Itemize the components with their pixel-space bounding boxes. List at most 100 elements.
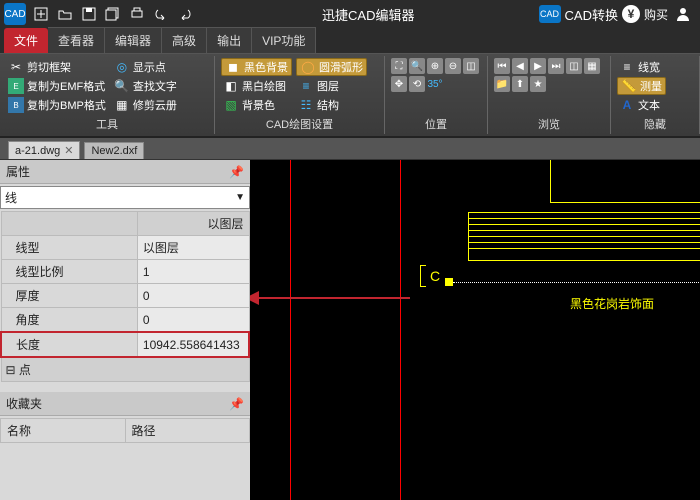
prop-linetype-value[interactable]: 以图层 — [137, 236, 249, 260]
copy-emf-button[interactable]: E复制为EMF格式 — [6, 77, 108, 95]
pos-icon-6[interactable]: ✥ — [391, 76, 407, 92]
buy-label[interactable]: 购买 — [644, 6, 668, 23]
bgcolor-label: 背景色 — [242, 97, 275, 113]
bw-button[interactable]: ◧黑白绘图 — [221, 77, 292, 95]
pos-icon-7[interactable]: ⟲ — [409, 76, 425, 92]
pos-icon-4[interactable]: ⊖ — [445, 58, 461, 74]
cad-convert-label[interactable]: CAD转换 — [565, 5, 618, 24]
user-icon[interactable] — [672, 3, 694, 25]
ribbon-browse-label: 浏览 — [494, 116, 604, 134]
browse-icon-5[interactable]: ◫ — [566, 58, 582, 74]
yl-h3 — [468, 218, 700, 219]
ribbon-tools-label: 工具 — [6, 116, 208, 134]
bgcolor-button[interactable]: ▧背景色 — [221, 96, 292, 114]
selection-handle[interactable] — [445, 278, 453, 286]
pin-icon[interactable]: 📌 — [229, 397, 244, 411]
trim-icon: ▦ — [114, 97, 130, 113]
properties-panel: 属性 📌 线 ▼ 以图层 线型以图层 线型比例1 厚度0 角度0 长度10942… — [0, 160, 250, 500]
yl-h1 — [550, 202, 700, 203]
pin-icon[interactable]: 📌 — [229, 165, 244, 179]
favorites-table: 名称路径 — [0, 418, 250, 443]
measure-label: 测量 — [640, 78, 662, 94]
fav-col-name[interactable]: 名称 — [1, 419, 126, 443]
browse-star-icon[interactable]: ★ — [530, 76, 546, 92]
tab-file[interactable]: 文件 — [4, 28, 48, 53]
black-bg-label: 黑色背景 — [244, 59, 288, 75]
show-point-button[interactable]: ◎显示点 — [112, 58, 179, 76]
nav-first-icon[interactable]: ⏮ — [494, 58, 510, 74]
ribbon-group-browse: ⏮ ◀ ▶ ⏭ ◫ ▦ 📁 ⬆ ★ 浏览 — [488, 56, 611, 134]
prop-length-value[interactable]: 10942.558641433 — [137, 332, 249, 357]
pos-icon-1[interactable]: ⛶ — [391, 58, 407, 74]
yl-h5 — [468, 230, 700, 231]
prop-lts-label: 线型比例 — [1, 260, 137, 284]
fav-col-path[interactable]: 路径 — [125, 419, 250, 443]
print-icon[interactable] — [126, 3, 148, 25]
prop-thickness-label: 厚度 — [1, 284, 137, 308]
trim-album-label: 修剪云册 — [133, 97, 177, 113]
point-icon: ◎ — [114, 59, 130, 75]
tab-vip[interactable]: VIP功能 — [252, 27, 316, 53]
struct-label: 结构 — [317, 97, 339, 113]
favorites-title: 收藏夹 — [6, 395, 42, 412]
pos-icon-5[interactable]: ◫ — [463, 58, 479, 74]
measure-button[interactable]: 📏测量 — [617, 77, 666, 95]
redo-icon[interactable] — [174, 3, 196, 25]
pos-icon-2[interactable]: 🔍 — [409, 58, 425, 74]
saveall-icon[interactable] — [102, 3, 124, 25]
prop-point-label[interactable]: ⊟ 点 — [1, 357, 249, 382]
new-icon[interactable] — [30, 3, 52, 25]
entity-type-combo[interactable]: 线 ▼ — [0, 186, 250, 209]
undo-icon[interactable] — [150, 3, 172, 25]
coin-icon[interactable]: ¥ — [622, 5, 640, 23]
nav-last-icon[interactable]: ⏭ — [548, 58, 564, 74]
open-icon[interactable] — [54, 3, 76, 25]
trim-album-button[interactable]: ▦修剪云册 — [112, 96, 179, 114]
show-point-label: 显示点 — [133, 59, 166, 75]
copy-bmp-button[interactable]: B复制为BMP格式 — [6, 96, 108, 114]
nav-next-icon[interactable]: ▶ — [530, 58, 546, 74]
prop-angle-value[interactable]: 0 — [137, 308, 249, 333]
browse-up-icon[interactable]: ⬆ — [512, 76, 528, 92]
close-icon[interactable]: ✕ — [64, 144, 73, 157]
find-text-label: 查找文字 — [133, 78, 177, 94]
smooth-arc-label: 圆滑弧形 — [319, 59, 363, 75]
prop-thickness-value[interactable]: 0 — [137, 284, 249, 308]
tab-advanced[interactable]: 高级 — [162, 27, 207, 53]
prop-lts-value[interactable]: 1 — [137, 260, 249, 284]
layer-label: 图层 — [317, 78, 339, 94]
drawing-canvas[interactable]: C 黑色花岗岩饰面 — [250, 160, 700, 500]
smooth-arc-button[interactable]: ◯圆滑弧形 — [296, 58, 367, 76]
prop-length-label: 长度 — [1, 332, 137, 357]
pos-icon-3[interactable]: ⊕ — [427, 58, 443, 74]
struct-button[interactable]: ☷结构 — [296, 96, 367, 114]
prop-angle-label: 角度 — [1, 308, 137, 333]
ribbon-drawset-label: CAD绘图设置 — [221, 116, 378, 134]
pos-icon-8[interactable]: 35° — [427, 76, 443, 92]
browse-folder-icon[interactable]: 📁 — [494, 76, 510, 92]
doctab-1[interactable]: a-21.dwg ✕ — [8, 141, 80, 159]
clip-frame-button[interactable]: ✂剪切框架 — [6, 58, 108, 76]
bgcolor-icon: ▧ — [223, 97, 239, 113]
tab-editor[interactable]: 编辑器 — [105, 27, 162, 53]
browse-icon-6[interactable]: ▦ — [584, 58, 600, 74]
copy-bmp-label: 复制为BMP格式 — [27, 97, 106, 113]
emf-icon: E — [8, 78, 24, 94]
nav-prev-icon[interactable]: ◀ — [512, 58, 528, 74]
doctab-1-label: a-21.dwg — [15, 145, 60, 157]
bmp-icon: B — [8, 97, 24, 113]
tab-output[interactable]: 输出 — [207, 27, 252, 53]
black-bg-button[interactable]: ◼黑色背景 — [221, 58, 292, 76]
layer-button[interactable]: ≡图层 — [296, 77, 367, 95]
find-text-button[interactable]: 🔍查找文字 — [112, 77, 179, 95]
bw-icon: ◧ — [223, 78, 239, 94]
tab-viewer[interactable]: 查看器 — [48, 27, 105, 53]
cad-convert-icon[interactable]: CAD — [539, 5, 561, 23]
yl-h4 — [468, 224, 700, 225]
linewidth-button[interactable]: ≡线宽 — [617, 58, 666, 76]
blackbg-icon: ◼ — [225, 59, 241, 75]
ribbon-group-hide: ≡线宽 📏测量 A文本 隐藏 — [611, 56, 700, 134]
save-icon[interactable] — [78, 3, 100, 25]
text-button[interactable]: A文本 — [617, 96, 666, 114]
doctab-2[interactable]: New2.dxf — [84, 142, 144, 159]
